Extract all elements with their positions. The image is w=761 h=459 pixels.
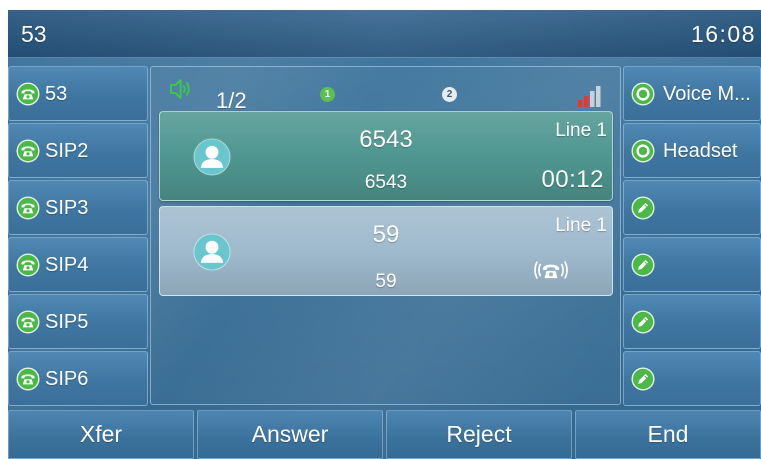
desk-phone-icon [16,139,40,163]
ringing-phone-icon [534,261,568,279]
softkey-reject[interactable]: Reject [386,410,572,459]
softkey-xfer[interactable]: Xfer [8,410,194,459]
line-key-53[interactable]: 53 [8,66,148,121]
line-key-sip4[interactable]: SIP4 [8,237,148,292]
page-dot-2: 2 [442,87,457,102]
pencil-icon [631,367,655,391]
dss-key-voice-mail[interactable]: Voice M... [623,66,761,121]
dss-key-empty-5[interactable] [623,294,761,349]
call-line: Line 1 [555,215,607,236]
call-card-active[interactable]: 6543 Line 1 6543 00:12 [159,111,613,201]
desk-phone-icon [16,367,40,391]
line-key-label: SIP6 [45,368,89,390]
dss-key-empty-4[interactable] [623,237,761,292]
line-key-label: SIP4 [45,254,89,276]
line-key-sip5[interactable]: SIP5 [8,294,148,349]
desk-phone-icon [16,196,40,220]
dss-key-label: Voice M... [663,83,751,105]
call-card-incoming[interactable]: 59 Line 1 59 [159,206,613,296]
page-dot-1: 1 [320,87,335,102]
dss-key-headset[interactable]: Headset [623,123,761,178]
account-label: 53 [21,21,47,47]
line-key-label: SIP5 [45,311,89,333]
caller-name: 59 [372,221,400,248]
speakerphone-icon [170,79,190,99]
desk-phone-icon [16,253,40,277]
dss-key-empty-3[interactable] [623,180,761,235]
call-list-panel: 1/2 1 2 6543 Line 1 6543 00:12 59 Line 1… [150,66,621,405]
softkey-answer[interactable]: Answer [197,410,383,459]
radio-indicator-icon [631,82,655,106]
softkey-end[interactable]: End [575,410,761,459]
pencil-icon [631,253,655,277]
desk-phone-icon [16,82,40,106]
phone-screen: 53 16:08 53 SIP2 SIP3 SIP4 SIP5 SIP6 1/2… [8,10,761,459]
line-key-label: 53 [45,83,68,105]
line-key-sip6[interactable]: SIP6 [8,351,148,406]
signal-strength-icon [578,86,601,107]
line-key-sip3[interactable]: SIP3 [8,180,148,235]
pencil-icon [631,310,655,334]
pencil-icon [631,196,655,220]
dss-key-empty-6[interactable] [623,351,761,406]
status-bar: 53 16:08 [8,10,761,58]
line-key-label: SIP3 [45,197,89,219]
clock-time: 16:08 [690,21,756,47]
call-duration: 00:12 [541,166,604,193]
line-key-label: SIP2 [45,140,89,162]
desk-phone-icon [16,310,40,334]
radio-indicator-icon [631,139,655,163]
call-line: Line 1 [555,120,607,141]
dss-key-label: Headset [663,140,738,162]
call-counter: 1/2 [216,88,247,113]
caller-name: 6543 [359,126,413,153]
line-key-sip2[interactable]: SIP2 [8,123,148,178]
